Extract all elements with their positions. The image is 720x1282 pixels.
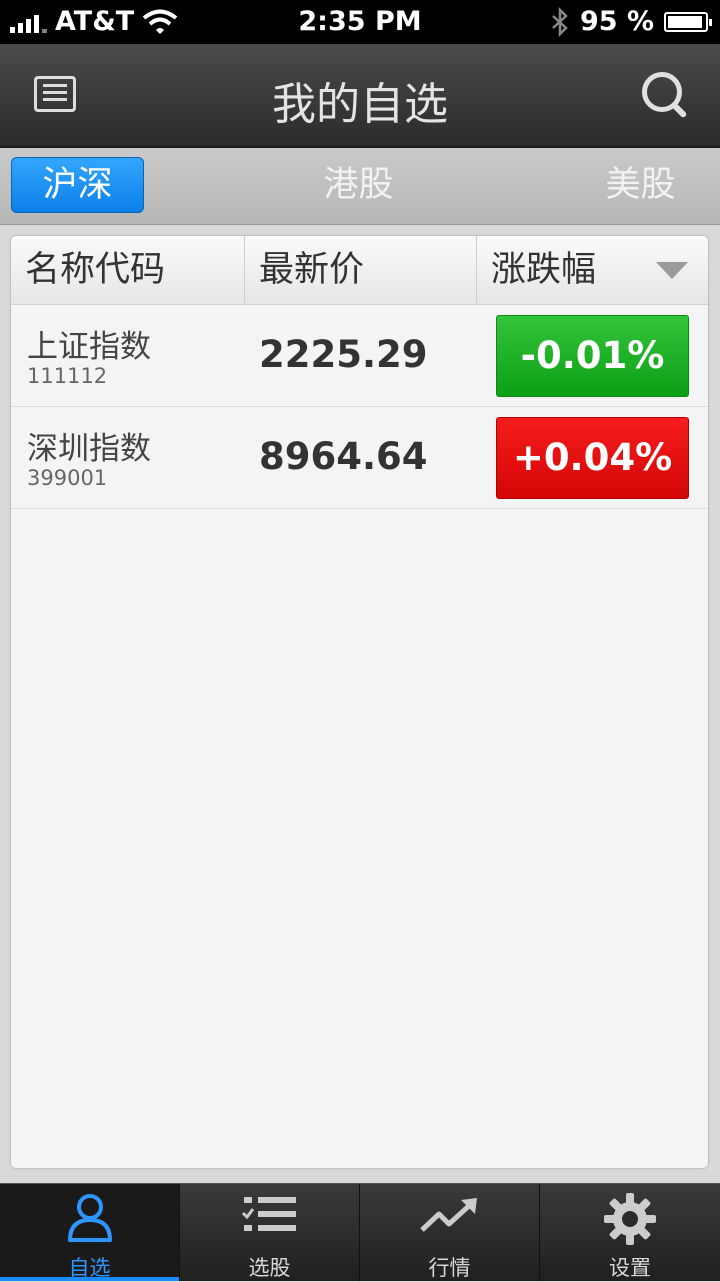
- user-icon: [67, 1194, 112, 1242]
- tab-settings[interactable]: 设置: [539, 1184, 720, 1281]
- stock-code: 111112: [27, 364, 108, 388]
- tab-label: 自选: [68, 1256, 111, 1280]
- checklist-icon: [241, 1197, 296, 1231]
- search-icon[interactable]: [642, 72, 688, 119]
- segment-hk-stocks[interactable]: 港股: [292, 157, 425, 213]
- tab-label: 设置: [609, 1256, 651, 1280]
- tab-stock-picker[interactable]: 选股: [179, 1184, 359, 1281]
- column-name-code[interactable]: 名称代码: [11, 236, 244, 304]
- sort-down-icon[interactable]: [656, 262, 688, 279]
- market-segment-bar: 沪深 港股 美股: [0, 148, 720, 225]
- stock-name: 上证指数: [27, 329, 151, 365]
- table-row[interactable]: 深圳指数 399001 8964.64 +0.04%: [11, 407, 708, 509]
- segment-shenzhen-shanghai[interactable]: 沪深: [11, 157, 144, 213]
- navigation-bar: 我的自选: [0, 44, 720, 148]
- tab-label: 选股: [248, 1256, 291, 1280]
- table-header: 名称代码 最新价 涨跌幅: [11, 236, 708, 305]
- battery-percent: 95 %: [579, 6, 654, 37]
- column-latest-price[interactable]: 最新价: [244, 236, 476, 304]
- status-right: 95 %: [550, 6, 712, 37]
- stock-name: 深圳指数: [27, 431, 151, 467]
- change-badge[interactable]: -0.01%: [496, 315, 689, 397]
- status-bar: AT&T 2:35 PM 95 %: [0, 0, 720, 44]
- segment-us-stocks[interactable]: 美股: [574, 157, 707, 213]
- change-badge[interactable]: +0.04%: [496, 417, 689, 499]
- table-row[interactable]: 上证指数 111112 2225.29 -0.01%: [11, 305, 708, 407]
- gear-icon: [604, 1193, 656, 1245]
- tab-label: 行情: [428, 1256, 471, 1280]
- tab-bar: 自选 选股 行情 设置: [0, 1183, 720, 1281]
- battery-fill: [668, 15, 702, 28]
- stock-price: 2225.29: [259, 333, 428, 376]
- trend-icon: [419, 1198, 477, 1232]
- stock-code: 399001: [27, 466, 108, 490]
- bluetooth-icon: [552, 6, 568, 37]
- watchlist-table: 名称代码 最新价 涨跌幅 上证指数 111112 2225.29 -0.01% …: [11, 236, 708, 1168]
- stock-price: 8964.64: [259, 435, 428, 478]
- page-title: 我的自选: [272, 79, 448, 130]
- tab-watchlist[interactable]: 自选: [0, 1184, 179, 1281]
- tab-market[interactable]: 行情: [359, 1184, 539, 1281]
- battery-icon: [664, 11, 712, 32]
